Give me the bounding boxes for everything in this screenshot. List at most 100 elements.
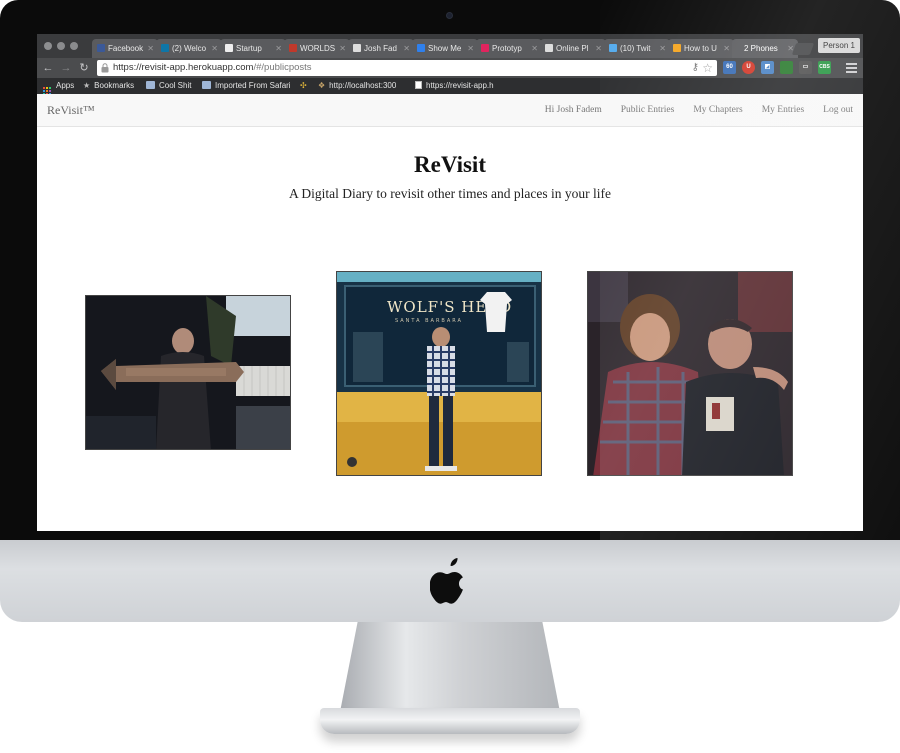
- key-icon[interactable]: ⚷: [692, 62, 699, 74]
- site-nav-links: Hi Josh Fadem Public Entries My Chapters…: [545, 94, 853, 127]
- tab-online[interactable]: Online Pl ✕: [540, 39, 606, 58]
- nav-greeting[interactable]: Hi Josh Fadem: [545, 94, 602, 127]
- close-icon[interactable]: ✕: [211, 39, 218, 58]
- star-icon: ★: [83, 81, 91, 90]
- close-icon[interactable]: ✕: [723, 39, 730, 58]
- forward-arrow-icon[interactable]: →: [59, 61, 73, 75]
- worlds-icon: [289, 44, 297, 52]
- back-arrow-icon[interactable]: ←: [41, 61, 55, 75]
- localhost-icon: ❖: [318, 81, 326, 90]
- hamburger-menu-icon[interactable]: [846, 63, 857, 73]
- post-photo-3-image: [588, 272, 792, 475]
- lock-icon: [101, 63, 109, 73]
- close-icon[interactable]: ✕: [467, 39, 474, 58]
- url-text: https://revisit-app.herokuapp.com/#/publ…: [113, 60, 312, 76]
- close-icon[interactable]: ✕: [339, 39, 346, 58]
- tab-worlds[interactable]: WORLDS ✕: [284, 39, 350, 58]
- stack-icon: [417, 44, 425, 52]
- tab-prototype[interactable]: Prototyp ✕: [476, 39, 542, 58]
- site-navbar: ReVisit™ Hi Josh Fadem Public Entries My…: [37, 94, 863, 127]
- nav-logout[interactable]: Log out: [823, 94, 853, 127]
- new-tab-button[interactable]: [791, 43, 815, 55]
- close-icon[interactable]: ✕: [531, 39, 538, 58]
- tab-label: Show Me: [428, 44, 462, 53]
- bookmark-bookmarks[interactable]: ★ Bookmarks: [83, 78, 134, 94]
- post-photo-2-image: WOLF'S HEAD SANTA BARBARA: [337, 272, 541, 475]
- extension-green-icon[interactable]: [780, 61, 793, 74]
- linkedin-icon: [161, 44, 169, 52]
- cast-icon[interactable]: ▭: [799, 61, 812, 74]
- close-icon[interactable]: ✕: [275, 39, 282, 58]
- ublock-icon[interactable]: U: [742, 61, 755, 74]
- pinwheel-icon: ✣: [300, 81, 307, 90]
- post-photo-3[interactable]: [587, 271, 793, 476]
- tab-how-to[interactable]: How to U ✕: [668, 39, 734, 58]
- bookmark-label: https://revisit-app.h: [426, 81, 494, 90]
- tab-2-phones-active[interactable]: 2 Phones ✕: [732, 39, 798, 58]
- url-path: /#/publicposts: [253, 62, 312, 73]
- tab-startup[interactable]: Startup ✕: [220, 39, 286, 58]
- extension-chart-icon[interactable]: ◩: [761, 61, 774, 74]
- post-photo-1-image: [86, 296, 290, 449]
- cbs-extension-icon[interactable]: CBS: [818, 61, 831, 74]
- tab-strip: Facebook ✕ (2) Welco ✕ Startup ✕ WORLDS ✕ Jo…: [37, 34, 863, 58]
- tab-facebook[interactable]: Facebook ✕: [92, 39, 158, 58]
- bookmark-label: Cool Shit: [159, 81, 192, 90]
- address-bar[interactable]: https://revisit-app.herokuapp.com/#/publ…: [97, 60, 717, 76]
- bookmark-revisit-app[interactable]: https://revisit-app.h: [415, 78, 494, 94]
- twitter-icon: [609, 44, 617, 52]
- nav-my-entries[interactable]: My Entries: [762, 94, 804, 127]
- webcam: [446, 12, 453, 19]
- store-sign-subtext: SANTA BARBARA: [395, 318, 463, 324]
- page-icon: [415, 81, 422, 89]
- bookmark-apps[interactable]: Apps: [43, 78, 74, 95]
- bookmark-label: http://localhost:300: [329, 81, 397, 90]
- bookmark-pinwheel[interactable]: ✣: [300, 78, 307, 94]
- post-photo-1[interactable]: [85, 295, 291, 450]
- profile-button[interactable]: Person 1: [818, 38, 860, 53]
- monitor-stand: [340, 622, 560, 712]
- close-icon[interactable]: ✕: [403, 39, 410, 58]
- bolt-icon: [673, 44, 681, 52]
- window-zoom-dot[interactable]: [70, 42, 78, 50]
- tab-label: (10) Twit: [620, 44, 651, 53]
- bookmarks-bar: Apps ★ Bookmarks Cool Shit Imported From …: [37, 78, 863, 95]
- bookmark-imported-from-safari[interactable]: Imported From Safari: [202, 78, 291, 94]
- bookmark-star-icon[interactable]: ☆: [702, 61, 713, 75]
- startup-icon: [225, 44, 233, 52]
- tab-josh-fadem[interactable]: Josh Fad ✕: [348, 39, 414, 58]
- tab-label: Startup: [236, 44, 262, 53]
- tab-label: Josh Fad: [364, 44, 397, 53]
- close-icon[interactable]: ✕: [595, 39, 602, 58]
- bookmark-cool-shit[interactable]: Cool Shit: [146, 78, 191, 94]
- close-icon[interactable]: ✕: [147, 39, 154, 58]
- tab-label: 2 Phones: [744, 44, 778, 53]
- tab-label: WORLDS: [300, 44, 336, 53]
- bookmark-label: Bookmarks: [94, 81, 135, 90]
- bookmark-localhost[interactable]: ❖ http://localhost:300: [318, 78, 396, 94]
- url-host: https://revisit-app.herokuapp.com: [113, 62, 254, 73]
- reload-icon[interactable]: ↻: [77, 61, 91, 75]
- window-minimize-dot[interactable]: [57, 42, 65, 50]
- folder-icon: [146, 81, 155, 89]
- close-icon[interactable]: ✕: [659, 39, 666, 58]
- tab-show-me[interactable]: Show Me ✕: [412, 39, 478, 58]
- tab-label: Prototyp: [492, 44, 522, 53]
- monitor-foot: [320, 708, 580, 734]
- extension-60-icon[interactable]: 60: [723, 61, 736, 74]
- window-close-dot[interactable]: [44, 42, 52, 50]
- nav-my-chapters[interactable]: My Chapters: [693, 94, 742, 127]
- tab-linkedin[interactable]: (2) Welco ✕: [156, 39, 222, 58]
- tab-label: Online Pl: [556, 44, 589, 53]
- page-subtitle: A Digital Diary to revisit other times a…: [288, 186, 612, 201]
- invision-icon: [481, 44, 489, 52]
- tab-twitter[interactable]: (10) Twit ✕: [604, 39, 670, 58]
- nav-public-entries[interactable]: Public Entries: [621, 94, 675, 127]
- screen: Facebook ✕ (2) Welco ✕ Startup ✕ WORLDS ✕ Jo…: [37, 34, 863, 531]
- browser-toolbar: ← → ↻ https://revisit-app.herokuapp.com/…: [37, 58, 863, 78]
- post-photo-2[interactable]: WOLF'S HEAD SANTA BARBARA: [336, 271, 542, 476]
- page-icon: [353, 44, 361, 52]
- tab-label: Facebook: [108, 44, 144, 53]
- tab-label: How to U: [684, 44, 717, 53]
- site-brand[interactable]: ReVisit™: [47, 94, 95, 127]
